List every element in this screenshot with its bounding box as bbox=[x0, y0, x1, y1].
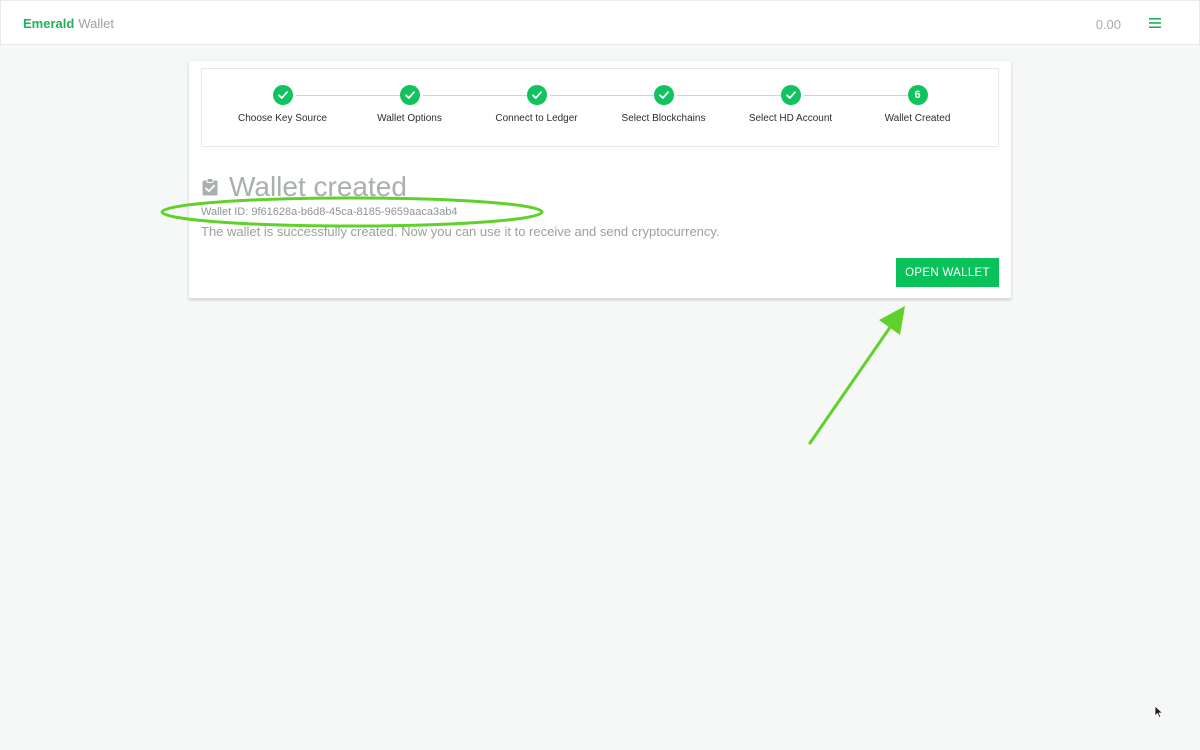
step-select-hd-account: Select HD Account bbox=[727, 85, 854, 124]
success-description: The wallet is successfully created. Now … bbox=[201, 224, 720, 239]
step-check-icon bbox=[399, 85, 420, 105]
annotation-arrow-head bbox=[879, 306, 905, 335]
app-brand[interactable]: Emerald Wallet bbox=[23, 16, 114, 32]
step-label: Choose Key Source bbox=[238, 113, 327, 124]
wallet-id-text: Wallet ID: 9f61628a-b6d8-45ca-8185-9659a… bbox=[201, 206, 458, 218]
wallet-created-card: Choose Key Source Wallet Options Connect… bbox=[189, 61, 1011, 299]
top-bar: Emerald Wallet 0.00 bbox=[0, 0, 1200, 45]
total-balance: 0.00 bbox=[1095, 17, 1121, 32]
step-connect-to-ledger: Connect to Ledger bbox=[473, 85, 600, 124]
step-check-icon bbox=[526, 85, 547, 105]
step-wallet-created: 6 Wallet Created bbox=[854, 85, 981, 124]
hamburger-menu-icon[interactable] bbox=[1149, 17, 1161, 29]
step-number: 6 bbox=[907, 85, 928, 105]
open-wallet-button[interactable]: OPEN WALLET bbox=[896, 258, 999, 287]
annotation-arrow-shaft bbox=[808, 321, 895, 445]
step-label: Select Blockchains bbox=[621, 113, 706, 124]
step-check-icon bbox=[780, 85, 801, 105]
step-wallet-options: Wallet Options bbox=[346, 85, 473, 124]
page-title: Wallet created bbox=[229, 171, 407, 202]
step-choose-key-source: Choose Key Source bbox=[219, 85, 346, 124]
step-check-icon bbox=[272, 85, 293, 105]
wizard-stepper: Choose Key Source Wallet Options Connect… bbox=[201, 68, 999, 147]
step-label: Wallet Created bbox=[884, 113, 951, 124]
clipboard-check-icon bbox=[202, 178, 218, 196]
step-label: Select HD Account bbox=[748, 113, 833, 124]
step-select-blockchains: Select Blockchains bbox=[600, 85, 727, 124]
brand-primary-text: Emerald bbox=[23, 16, 75, 31]
mouse-cursor-icon bbox=[1154, 705, 1164, 719]
step-label: Wallet Options bbox=[377, 113, 442, 124]
step-label: Connect to Ledger bbox=[495, 113, 578, 124]
brand-secondary-text: Wallet bbox=[78, 16, 114, 31]
step-check-icon bbox=[653, 85, 674, 105]
